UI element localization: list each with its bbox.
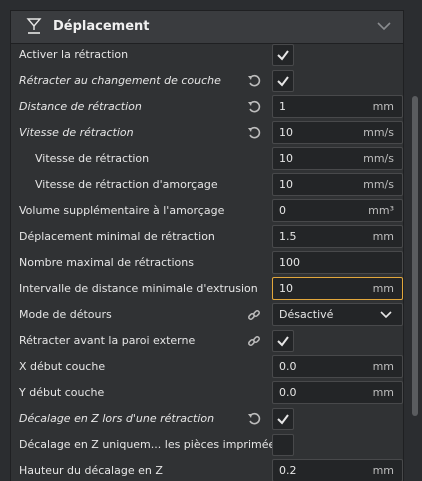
setting-z-hop: Décalage en Z lors d'une rétraction <box>11 406 403 432</box>
z-hop-height-input[interactable]: 0.2 mm <box>272 459 403 481</box>
chevron-down-icon[interactable] <box>377 21 391 31</box>
input-unit: mm <box>372 386 394 399</box>
check-icon <box>277 76 289 87</box>
input-value: 1 <box>279 100 286 113</box>
input-value: 1.5 <box>279 230 297 243</box>
scrollbar-thumb[interactable] <box>412 96 418 416</box>
input-unit: mm <box>372 360 394 373</box>
select-value: Désactivé <box>279 308 334 321</box>
setting-label: Intervalle de distance minimale d'extrus… <box>19 282 258 295</box>
input-value: 0.0 <box>279 360 297 373</box>
reset-icon[interactable] <box>247 74 261 88</box>
reset-icon[interactable] <box>247 412 261 426</box>
input-unit: mm <box>372 230 394 243</box>
link-icon[interactable] <box>247 308 261 322</box>
setting-label: Y début couche <box>19 386 105 399</box>
setting-z-hop-only-printed: Décalage en Z uniquem... les pièces impr… <box>11 432 403 458</box>
retraction-prime-speed-input[interactable]: 10 mm/s <box>272 173 403 196</box>
input-unit: mm³ <box>368 204 394 217</box>
max-retractions-input[interactable]: 100 <box>272 251 403 274</box>
check-icon <box>277 50 289 61</box>
setting-extra-prime-amount: Volume supplémentaire à l'amorçage 0 mm³ <box>11 198 403 224</box>
setting-min-travel: Déplacement minimal de rétraction 1.5 mm <box>11 224 403 250</box>
setting-label: Activer la rétraction <box>19 48 129 61</box>
input-value: 10 <box>279 126 293 139</box>
extra-prime-amount-input[interactable]: 0 mm³ <box>272 199 403 222</box>
input-unit: mm <box>372 282 394 295</box>
setting-label: Mode de détours <box>19 308 112 321</box>
chevron-down-icon <box>380 311 392 319</box>
setting-label: Vitesse de rétraction d'amorçage <box>35 178 218 191</box>
retract-before-outer-wall-checkbox[interactable] <box>272 330 294 352</box>
section-header[interactable]: Déplacement <box>11 11 403 44</box>
reset-icon[interactable] <box>247 100 261 114</box>
input-value: 0 <box>279 204 286 217</box>
input-value: 100 <box>279 256 300 269</box>
settings-panel: Déplacement Activer la rétraction Rétrac… <box>10 10 404 481</box>
setting-label: Décalage en Z lors d'une rétraction <box>19 412 215 425</box>
input-value: 10 <box>279 178 293 191</box>
setting-max-retractions: Nombre maximal de rétractions 100 <box>11 250 403 276</box>
travel-nozzle-icon <box>26 18 42 34</box>
setting-label: Rétracter avant la paroi externe <box>19 334 196 347</box>
setting-retraction-prime-speed: Vitesse de rétraction d'amorçage 10 mm/s <box>11 172 403 198</box>
setting-label: Distance de rétraction <box>19 100 142 113</box>
input-value: 10 <box>279 152 293 165</box>
input-unit: mm/s <box>363 126 394 139</box>
check-icon <box>277 414 289 425</box>
setting-label: Vitesse de rétraction <box>35 152 150 165</box>
setting-retraction-distance: Distance de rétraction 1 mm <box>11 94 403 120</box>
setting-z-hop-height: Hauteur du décalage en Z 0.2 mm <box>11 458 403 481</box>
input-unit: mm/s <box>363 178 394 191</box>
retract-layer-change-checkbox[interactable] <box>272 70 294 92</box>
check-icon <box>277 336 289 347</box>
setting-layer-start-x: X début couche 0.0 mm <box>11 354 403 380</box>
input-value: 0.2 <box>279 464 297 477</box>
input-unit: mm <box>372 100 394 113</box>
setting-label: Nombre maximal de rétractions <box>19 256 194 269</box>
layer-start-y-input[interactable]: 0.0 mm <box>272 381 403 404</box>
input-unit: mm/s <box>363 152 394 165</box>
setting-retraction-speed: Vitesse de rétraction 10 mm/s <box>11 120 403 146</box>
retraction-speed-input[interactable]: 10 mm/s <box>272 121 403 144</box>
combing-mode-select[interactable]: Désactivé <box>272 303 403 326</box>
link-icon[interactable] <box>247 334 261 348</box>
setting-label: Volume supplémentaire à l'amorçage <box>19 204 225 217</box>
input-value: 10 <box>279 282 293 295</box>
setting-retract-before-outer-wall: Rétracter avant la paroi externe <box>11 328 403 354</box>
z-hop-only-printed-checkbox[interactable] <box>272 434 294 456</box>
setting-layer-start-y: Y début couche 0.0 mm <box>11 380 403 406</box>
setting-extrusion-window: Intervalle de distance minimale d'extrus… <box>11 276 403 302</box>
setting-label: Hauteur du décalage en Z <box>19 464 163 477</box>
extrusion-window-input[interactable]: 10 mm <box>272 277 403 300</box>
section-title: Déplacement <box>53 19 150 34</box>
z-hop-checkbox[interactable] <box>272 408 294 430</box>
setting-retraction-enable: Activer la rétraction <box>11 42 403 68</box>
layer-start-x-input[interactable]: 0.0 mm <box>272 355 403 378</box>
setting-label: Décalage en Z uniquem... les pièces impr… <box>19 438 281 451</box>
retraction-retract-speed-input[interactable]: 10 mm/s <box>272 147 403 170</box>
setting-combing-mode: Mode de détours Désactivé <box>11 302 403 328</box>
setting-label: Rétracter au changement de couche <box>19 74 221 87</box>
retraction-enable-checkbox[interactable] <box>272 44 294 66</box>
setting-retract-layer-change: Rétracter au changement de couche <box>11 68 403 94</box>
retraction-distance-input[interactable]: 1 mm <box>272 95 403 118</box>
input-value: 0.0 <box>279 386 297 399</box>
setting-retraction-retract-speed: Vitesse de rétraction 10 mm/s <box>11 146 403 172</box>
setting-label: Déplacement minimal de rétraction <box>19 230 215 243</box>
setting-label: Vitesse de rétraction <box>19 126 134 139</box>
reset-icon[interactable] <box>247 126 261 140</box>
input-unit: mm <box>372 464 394 477</box>
min-travel-input[interactable]: 1.5 mm <box>272 225 403 248</box>
setting-label: X début couche <box>19 360 106 373</box>
